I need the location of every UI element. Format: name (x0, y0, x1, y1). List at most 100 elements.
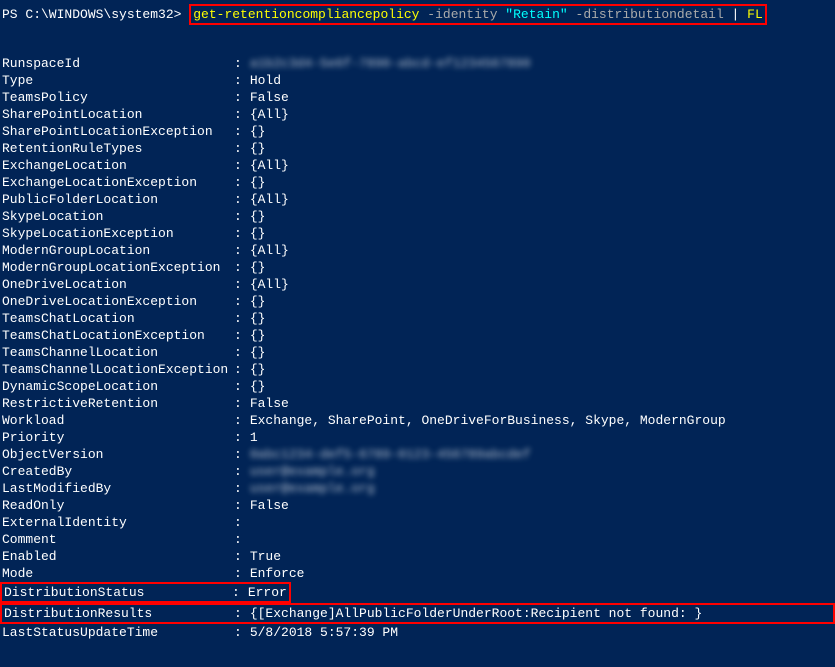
output-row-objectversion: ObjectVersion:0abc1234-def5-6789-0123-45… (2, 446, 833, 463)
output-row-externalidentity: ExternalIdentity: (2, 514, 833, 531)
property-value: user@example.org (250, 480, 375, 497)
property-key: OneDriveLocationException (2, 293, 234, 310)
output-row-retentionruletypes: RetentionRuleTypes:{} (2, 140, 833, 157)
property-key: ObjectVersion (2, 446, 234, 463)
command-output: RunspaceId:a1b2c3d4-5e6f-7890-abcd-ef123… (2, 55, 833, 641)
property-value: {} (250, 344, 266, 361)
property-value: {} (250, 327, 266, 344)
output-row-teamschatlocationexception: TeamsChatLocationException:{} (2, 327, 833, 344)
output-row-readonly: ReadOnly:False (2, 497, 833, 514)
output-row-distributionstatus: DistributionStatus:Error (2, 582, 833, 603)
property-value: Enforce (250, 565, 305, 582)
property-value: a1b2c3d4-5e6f-7890-abcd-ef1234567890 (250, 55, 531, 72)
output-row-enabled: Enabled:True (2, 548, 833, 565)
output-row-exchangelocation: ExchangeLocation:{All} (2, 157, 833, 174)
output-row-skypelocation: SkypeLocation:{} (2, 208, 833, 225)
property-key: RestrictiveRetention (2, 395, 234, 412)
output-row-sharepointlocationexception: SharePointLocationException:{} (2, 123, 833, 140)
property-key: TeamsChatLocation (2, 310, 234, 327)
property-key: SharePointLocationException (2, 123, 234, 140)
property-key: LastStatusUpdateTime (2, 624, 234, 641)
property-value: {All} (250, 157, 289, 174)
output-row-moderngrouplocation: ModernGroupLocation:{All} (2, 242, 833, 259)
property-key: ModernGroupLocation (2, 242, 234, 259)
property-key: Type (2, 72, 234, 89)
property-value: 0abc1234-def5-6789-0123-456789abcdef (250, 446, 531, 463)
property-key: CreatedBy (2, 463, 234, 480)
property-value: False (250, 395, 289, 412)
property-key: RunspaceId (2, 55, 234, 72)
output-row-sharepointlocation: SharePointLocation:{All} (2, 106, 833, 123)
property-key: Enabled (2, 548, 234, 565)
ps-prompt: PS C:\WINDOWS\system32> (2, 7, 189, 22)
output-row-teamschannellocationexception: TeamsChannelLocationException:{} (2, 361, 833, 378)
property-key: Mode (2, 565, 234, 582)
output-row-skypelocationexception: SkypeLocationException:{} (2, 225, 833, 242)
output-row-publicfolderlocation: PublicFolderLocation:{All} (2, 191, 833, 208)
output-row-workload: Workload:Exchange, SharePoint, OneDriveF… (2, 412, 833, 429)
property-key: SkypeLocationException (2, 225, 234, 242)
output-row-runspaceid: RunspaceId:a1b2c3d4-5e6f-7890-abcd-ef123… (2, 55, 833, 72)
property-key: DynamicScopeLocation (2, 378, 234, 395)
output-row-teamschannellocation: TeamsChannelLocation:{} (2, 344, 833, 361)
command-highlight: get-retentioncompliancepolicy -identity … (189, 4, 767, 25)
property-key: ExternalIdentity (2, 514, 234, 531)
property-key: Priority (2, 429, 234, 446)
property-key: Workload (2, 412, 234, 429)
property-value: {} (250, 174, 266, 191)
property-value: {} (250, 293, 266, 310)
property-key: ModernGroupLocationException (2, 259, 234, 276)
property-value: {All} (250, 106, 289, 123)
output-row-exchangelocationexception: ExchangeLocationException:{} (2, 174, 833, 191)
property-value: {} (250, 259, 266, 276)
property-key: DistributionStatus (4, 584, 232, 601)
output-row-createdby: CreatedBy:user@example.org (2, 463, 833, 480)
property-value: False (250, 497, 289, 514)
cmdlet-name: get-retentioncompliancepolicy (193, 7, 419, 22)
output-row-moderngrouplocationexception: ModernGroupLocationException:{} (2, 259, 833, 276)
property-value: {} (250, 208, 266, 225)
property-key: ExchangeLocationException (2, 174, 234, 191)
property-value: user@example.org (250, 463, 375, 480)
property-key: DistributionResults (2, 605, 234, 622)
output-row-dynamicscopelocation: DynamicScopeLocation:{} (2, 378, 833, 395)
property-key: SkypeLocation (2, 208, 234, 225)
property-value: Error (248, 584, 287, 601)
output-row-teamspolicy: TeamsPolicy:False (2, 89, 833, 106)
property-key: LastModifiedBy (2, 480, 234, 497)
property-key: ReadOnly (2, 497, 234, 514)
output-row-type: Type:Hold (2, 72, 833, 89)
property-key: RetentionRuleTypes (2, 140, 234, 157)
property-key: OneDriveLocation (2, 276, 234, 293)
property-key: SharePointLocation (2, 106, 234, 123)
param-distributiondetail: -distributiondetail (568, 7, 724, 22)
property-value: True (250, 548, 281, 565)
property-key: TeamsPolicy (2, 89, 234, 106)
output-row-onedrivelocationexception: OneDriveLocationException:{} (2, 293, 833, 310)
property-value: {All} (250, 242, 289, 259)
output-row-teamschatlocation: TeamsChatLocation:{} (2, 310, 833, 327)
property-value: {} (250, 310, 266, 327)
property-value: {} (250, 140, 266, 157)
property-key: ExchangeLocation (2, 157, 234, 174)
property-value: 1 (250, 429, 258, 446)
property-key: TeamsChatLocationException (2, 327, 234, 344)
output-row-onedrivelocation: OneDriveLocation:{All} (2, 276, 833, 293)
output-row-comment: Comment: (2, 531, 833, 548)
property-value: Exchange, SharePoint, OneDriveForBusines… (250, 412, 726, 429)
property-value: False (250, 89, 289, 106)
param-identity: -identity (419, 7, 497, 22)
output-row-lastmodifiedby: LastModifiedBy:user@example.org (2, 480, 833, 497)
format-list: FL (747, 7, 763, 22)
property-value: {} (250, 378, 266, 395)
property-value: {} (250, 225, 266, 242)
property-value: {} (250, 361, 266, 378)
property-value: Hold (250, 72, 281, 89)
property-value: {All} (250, 191, 289, 208)
property-value: {All} (250, 276, 289, 293)
property-key: TeamsChannelLocationException (2, 361, 234, 378)
property-key: TeamsChannelLocation (2, 344, 234, 361)
command-line[interactable]: PS C:\WINDOWS\system32> get-retentioncom… (2, 4, 767, 25)
param-identity-value: "Retain" (498, 7, 568, 22)
output-row-laststatusupdatetime: LastStatusUpdateTime:5/8/2018 5:57:39 PM (2, 624, 833, 641)
